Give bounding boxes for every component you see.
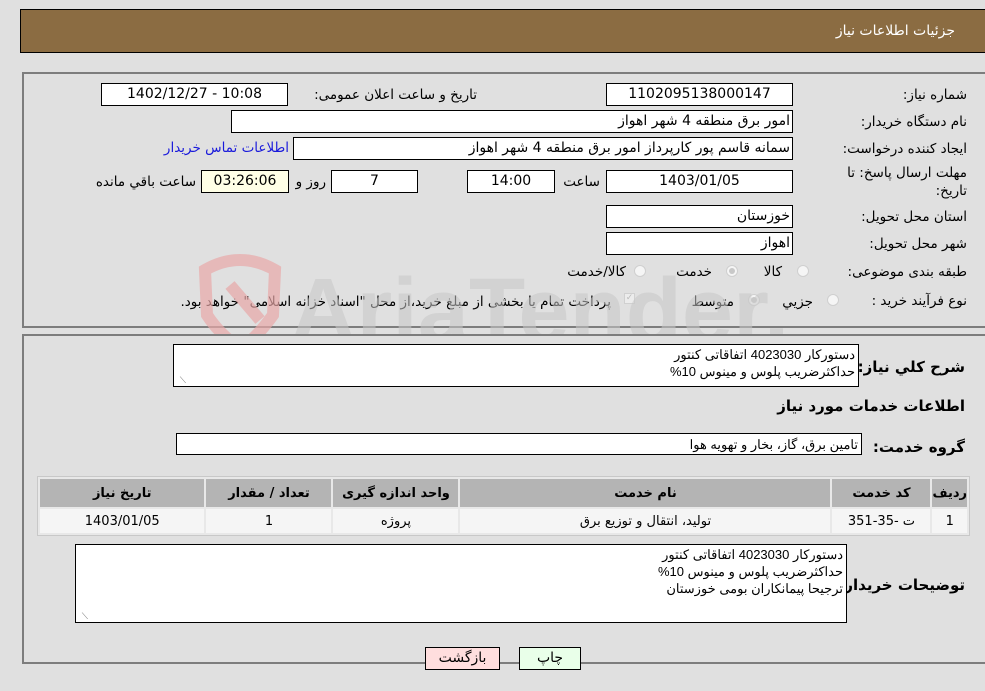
buyer-notes-line: حداکثرضریب پلوس و مینوس 10%	[657, 564, 843, 579]
general-desc-line: دستورکار 4023030 اتفاقاتی کنتور	[674, 347, 855, 362]
days-remaining-field: 7	[331, 170, 418, 193]
col-unit: واحد اندازه گیری	[333, 479, 459, 507]
city-field: اهواز	[606, 232, 793, 255]
cell-service-code: ت -35-351	[832, 509, 931, 533]
category-radio-goods[interactable]	[797, 265, 809, 277]
deadline-time-label: ساعت	[563, 174, 600, 190]
general-desc-textarea[interactable]: دستورکار 4023030 اتفاقاتی کنتور حداکثرضر…	[173, 344, 859, 387]
process-radio-minor[interactable]	[827, 294, 839, 306]
cell-row-number: 1	[932, 509, 967, 533]
need-number-field: 1102095138000147	[606, 83, 793, 106]
time-remaining-label: ساعت باقي مانده	[95, 174, 196, 190]
col-row-number: ردیف	[932, 479, 967, 507]
city-label: شهر محل تحویل:	[869, 236, 967, 252]
buyer-org-field: امور برق منطقه 4 شهر اهواز	[231, 110, 793, 133]
services-heading: اطلاعات خدمات مورد نیاز	[777, 397, 965, 415]
deadline-time-field: 14:00	[467, 170, 555, 193]
general-desc-line: حداکثرضریب پلوس و مینوس 10%	[669, 364, 855, 379]
table-header-row: ردیف کد خدمت نام خدمت واحد اندازه گیری ت…	[40, 479, 967, 507]
table-row: 1 ت -35-351 تولید، انتقال و توزیع برق پر…	[40, 509, 967, 533]
province-field: خوزستان	[606, 205, 793, 228]
cell-need-date: 1403/01/05	[40, 509, 205, 533]
col-service-code: کد خدمت	[832, 479, 931, 507]
buyer-notes-line: ترجیحا پیمانکاران بومی خوزستان	[666, 581, 843, 596]
category-radio-service[interactable]	[726, 265, 738, 277]
cell-unit: پروژه	[333, 509, 459, 533]
category-label: طبقه بندی موضوعی:	[847, 264, 967, 280]
process-label: نوع فرآیند خرید :	[871, 293, 967, 309]
requester-field: سمانه قاسم پور کارپرداز امور برق منطقه 4…	[293, 137, 793, 160]
services-table: ردیف کد خدمت نام خدمت واحد اندازه گیری ت…	[37, 476, 970, 536]
deadline-label-line1: مهلت ارسال پاسخ: تا	[847, 165, 967, 181]
buyer-notes-label: توضیحات خریدار:	[838, 576, 965, 594]
buyer-contact-link[interactable]: اطلاعات تماس خریدار	[164, 140, 289, 156]
page-header: جزئیات اطلاعات نیاز	[20, 9, 985, 53]
process-option-minor: جزيي	[782, 294, 813, 310]
category-option-goods: کالا	[763, 264, 782, 280]
process-radio-medium[interactable]	[748, 294, 760, 306]
back-button[interactable]: بازگشت	[425, 647, 500, 670]
need-number-label: شماره نیاز:	[902, 87, 967, 103]
treasury-checkbox[interactable]: ✓	[624, 293, 635, 304]
col-need-date: تاریخ نیاز	[40, 479, 205, 507]
time-remaining-field: 03:26:06	[201, 170, 289, 193]
cell-quantity: 1	[206, 509, 332, 533]
category-option-service: خدمت	[676, 264, 712, 280]
days-label: روز و	[295, 174, 326, 190]
buyer-notes-textarea[interactable]: دستورکار 4023030 اتفاقاتی کنتور حداکثرضر…	[75, 544, 847, 623]
treasury-note: پرداخت تمام یا بخشی از مبلغ خرید،از محل …	[180, 294, 611, 310]
service-group-field: تامین برق، گاز، بخار و تهویه هوا	[176, 433, 862, 455]
requester-label: ایجاد کننده درخواست:	[842, 141, 967, 157]
general-desc-label: شرح كلي نياز:	[857, 358, 965, 376]
deadline-label-line2: تاریخ:	[935, 183, 967, 199]
announce-field: 1402/12/27 - 10:08	[101, 83, 288, 106]
col-service-name: نام خدمت	[460, 479, 831, 507]
buyer-org-label: نام دستگاه خریدار:	[860, 114, 967, 130]
page-title: جزئیات اطلاعات نیاز	[835, 23, 955, 39]
deadline-date-field: 1403/01/05	[606, 170, 793, 193]
service-group-label: گروه خدمت:	[872, 438, 965, 456]
announce-label: تاریخ و ساعت اعلان عمومی:	[314, 87, 477, 103]
resize-grip-icon[interactable]: ⟋	[176, 375, 186, 385]
process-option-medium: متوسط	[691, 294, 734, 310]
province-label: استان محل تحویل:	[861, 209, 967, 225]
category-option-goods-service: کالا/خدمت	[567, 264, 626, 280]
resize-grip-icon[interactable]: ⟋	[78, 611, 88, 621]
col-quantity: تعداد / مقدار	[206, 479, 332, 507]
cell-service-name: تولید، انتقال و توزیع برق	[460, 509, 831, 533]
print-button[interactable]: چاپ	[519, 647, 581, 670]
category-radio-goods-service[interactable]	[634, 265, 646, 277]
buyer-notes-line: دستورکار 4023030 اتفاقاتی کنتور	[662, 547, 843, 562]
